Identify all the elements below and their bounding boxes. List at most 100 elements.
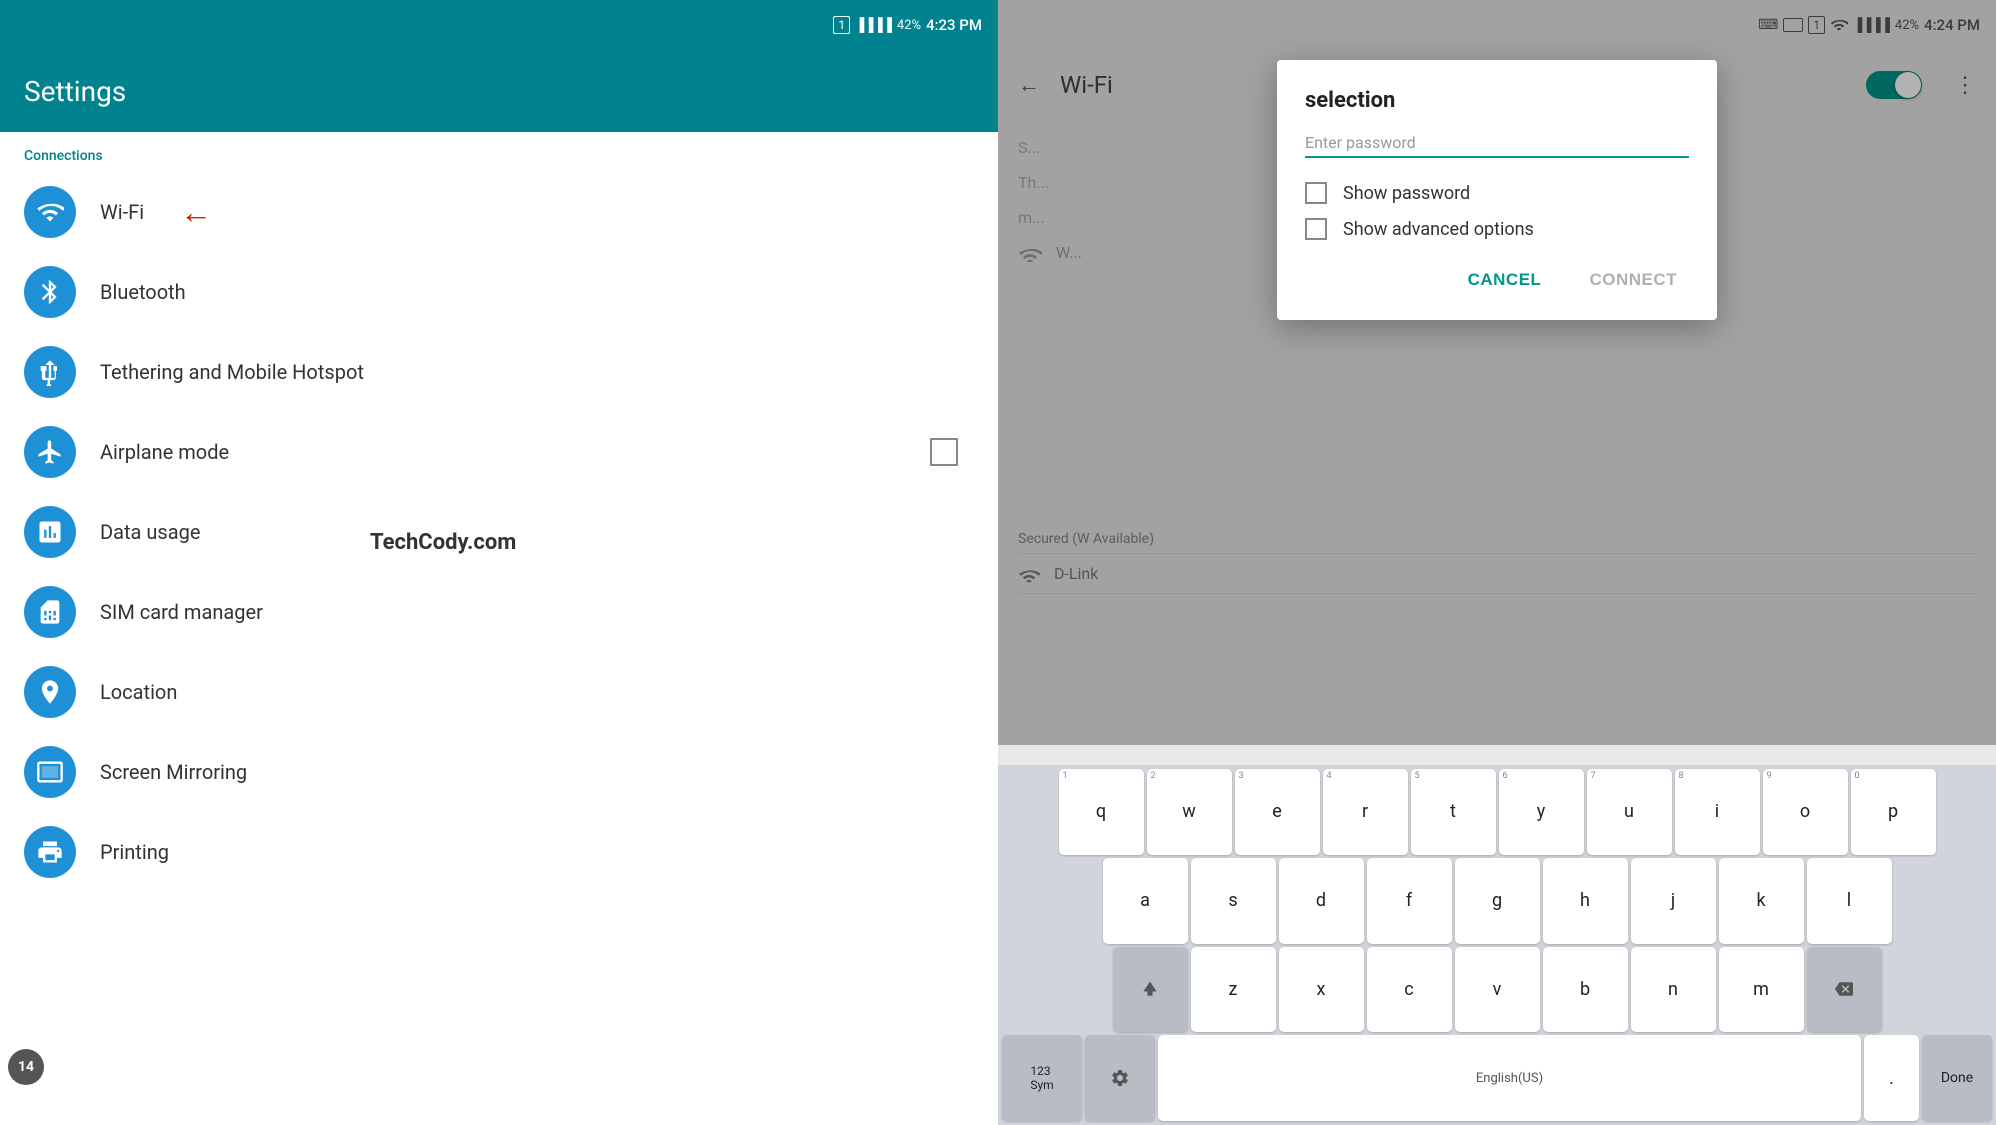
key-l[interactable]: l: [1807, 858, 1892, 944]
tethering-svg: [36, 358, 64, 386]
key-x[interactable]: x: [1279, 947, 1364, 1033]
show-advanced-label: Show advanced options: [1343, 219, 1534, 240]
bluetooth-svg: [36, 278, 64, 306]
keyboard-row-4: 123Sym English(US) . Done: [1002, 1035, 1992, 1121]
key-v[interactable]: v: [1455, 947, 1540, 1033]
airplane-label: Airplane mode: [100, 440, 229, 464]
key-z[interactable]: z: [1191, 947, 1276, 1033]
dialog-buttons: CANCEL CONNECT: [1305, 260, 1689, 300]
settings-title: Settings: [24, 75, 126, 108]
wifi-label: Wi-Fi: [100, 200, 144, 224]
watermark: TechCody.com: [370, 530, 516, 555]
airplane-svg: [36, 438, 64, 466]
key-c[interactable]: c: [1367, 947, 1452, 1033]
printing-label: Printing: [100, 840, 169, 864]
key-r[interactable]: 4r: [1323, 769, 1408, 855]
key-period[interactable]: .: [1864, 1035, 1919, 1121]
key-a[interactable]: a: [1103, 858, 1188, 944]
key-d[interactable]: d: [1279, 858, 1364, 944]
key-123-sym[interactable]: 123Sym: [1002, 1035, 1082, 1121]
dialog-title: selection: [1305, 88, 1689, 113]
dialog-overlay: selection Enter password Show password S…: [998, 0, 1996, 745]
settings-header: Settings: [0, 50, 998, 132]
spacebar-label: English(US): [1476, 1071, 1543, 1086]
settings-item-airplane[interactable]: Airplane mode: [0, 412, 998, 492]
settings-item-tethering[interactable]: Tethering and Mobile Hotspot: [0, 332, 998, 412]
done-label: Done: [1941, 1070, 1973, 1086]
settings-key-icon: [1110, 1068, 1130, 1088]
key-g[interactable]: g: [1455, 858, 1540, 944]
done-key[interactable]: Done: [1922, 1035, 1992, 1121]
key-q[interactable]: 1q: [1059, 769, 1144, 855]
wifi-password-dialog: selection Enter password Show password S…: [1277, 60, 1717, 320]
wifi-svg: [36, 198, 64, 226]
show-password-checkbox[interactable]: [1305, 182, 1327, 204]
connections-section-label: Connections: [0, 132, 998, 172]
mirror-label: Screen Mirroring: [100, 760, 247, 784]
settings-item-printing[interactable]: Printing: [0, 812, 998, 892]
bluetooth-label: Bluetooth: [100, 280, 186, 304]
mirror-svg: [36, 758, 64, 786]
sim-icon: [24, 586, 76, 638]
data-svg: [36, 518, 64, 546]
sim-icon-left: 1: [833, 16, 850, 34]
data-icon: [24, 506, 76, 558]
mirror-icon: [24, 746, 76, 798]
key-p[interactable]: 0p: [1851, 769, 1936, 855]
key-m[interactable]: m: [1719, 947, 1804, 1033]
wifi-arrow-indicator: ←: [180, 193, 212, 231]
show-advanced-row[interactable]: Show advanced options: [1305, 218, 1689, 240]
show-password-row[interactable]: Show password: [1305, 182, 1689, 204]
printing-svg: [36, 838, 64, 866]
notification-badge: 14: [8, 1049, 44, 1085]
key-settings[interactable]: [1085, 1035, 1155, 1121]
cancel-button[interactable]: CANCEL: [1456, 260, 1554, 300]
key-h[interactable]: h: [1543, 858, 1628, 944]
settings-panel: 1 ▐▐▐▐ 42% 4:23 PM Settings Connections …: [0, 0, 998, 1125]
key-o[interactable]: 9o: [1763, 769, 1848, 855]
keyboard-row-1: 1q 2w 3e 4r 5t 6y 7u 8i 9o 0p: [1002, 769, 1992, 855]
airplane-icon: [24, 426, 76, 478]
keyboard: 1q 2w 3e 4r 5t 6y 7u 8i 9o 0p a s d f g …: [998, 765, 1996, 1125]
status-icons-left: 1 ▐▐▐▐ 42% 4:23 PM: [833, 16, 982, 34]
tethering-icon: [24, 346, 76, 398]
wifi-icon: [24, 186, 76, 238]
show-password-label: Show password: [1343, 183, 1470, 204]
spacebar-key[interactable]: English(US): [1158, 1035, 1861, 1121]
sim-label: SIM card manager: [100, 600, 263, 624]
key-f[interactable]: f: [1367, 858, 1452, 944]
settings-item-location[interactable]: Location: [0, 652, 998, 732]
backspace-icon: [1833, 980, 1855, 998]
key-j[interactable]: j: [1631, 858, 1716, 944]
key-y[interactable]: 6y: [1499, 769, 1584, 855]
location-label: Location: [100, 680, 177, 704]
sim-svg: [36, 598, 64, 626]
password-input-container[interactable]: Enter password: [1305, 133, 1689, 158]
key-i[interactable]: 8i: [1675, 769, 1760, 855]
tethering-label: Tethering and Mobile Hotspot: [100, 360, 364, 384]
settings-item-sim[interactable]: SIM card manager: [0, 572, 998, 652]
key-w[interactable]: 2w: [1147, 769, 1232, 855]
key-s[interactable]: s: [1191, 858, 1276, 944]
password-underline: [1305, 156, 1689, 158]
key-t[interactable]: 5t: [1411, 769, 1496, 855]
printing-icon: [24, 826, 76, 878]
key-k[interactable]: k: [1719, 858, 1804, 944]
key-e[interactable]: 3e: [1235, 769, 1320, 855]
shift-icon: [1140, 979, 1160, 999]
backspace-key[interactable]: [1807, 947, 1882, 1033]
key-b[interactable]: b: [1543, 947, 1628, 1033]
connect-button[interactable]: CONNECT: [1577, 260, 1689, 300]
key-u[interactable]: 7u: [1587, 769, 1672, 855]
show-advanced-checkbox[interactable]: [1305, 218, 1327, 240]
key-123-label: 123Sym: [1030, 1064, 1053, 1092]
key-n[interactable]: n: [1631, 947, 1716, 1033]
settings-item-wifi[interactable]: Wi-Fi ←: [0, 172, 998, 252]
settings-item-bluetooth[interactable]: Bluetooth: [0, 252, 998, 332]
status-bar-left: 1 ▐▐▐▐ 42% 4:23 PM: [0, 0, 998, 50]
shift-key[interactable]: [1113, 947, 1188, 1033]
settings-list: Wi-Fi ← Bluetooth Tethering and Mobile H…: [0, 172, 998, 1125]
settings-item-mirror[interactable]: Screen Mirroring: [0, 732, 998, 812]
airplane-checkbox[interactable]: [930, 438, 958, 466]
battery-left: 42%: [897, 18, 921, 33]
